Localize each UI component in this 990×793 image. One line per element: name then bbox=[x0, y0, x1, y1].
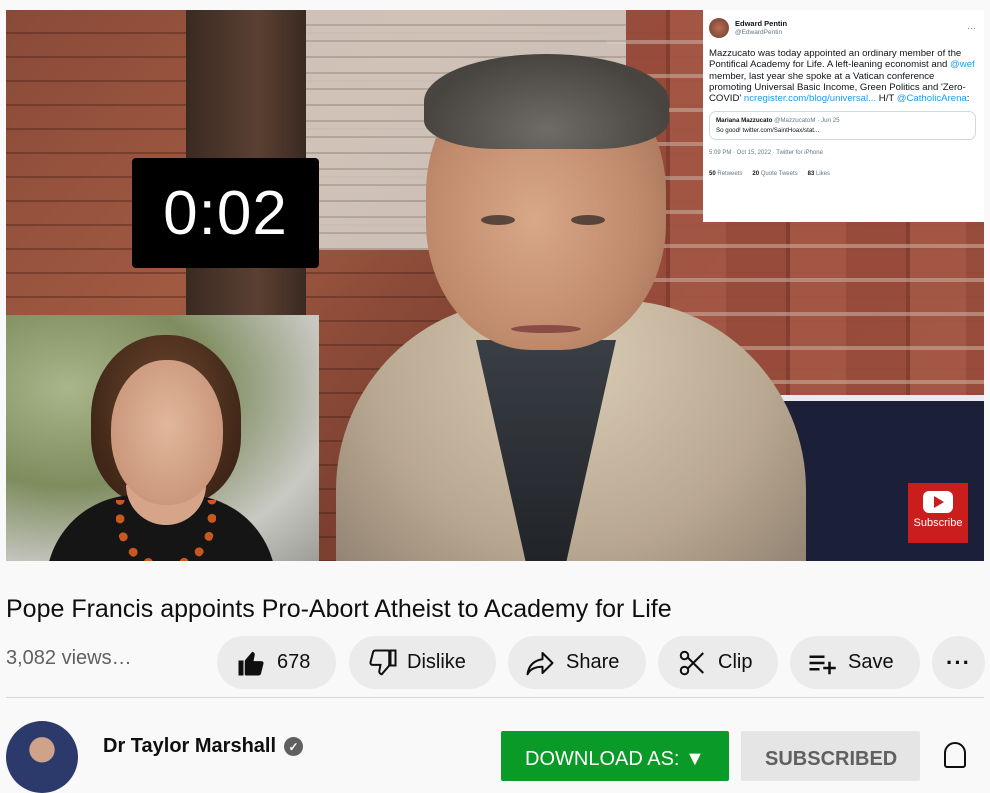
tweet-meta: 5:09 PM · Oct 15, 2022 · Twitter for iPh… bbox=[709, 150, 823, 157]
tweet-avatar bbox=[709, 18, 729, 38]
save-button[interactable]: Save bbox=[790, 636, 920, 689]
avatar[interactable] bbox=[6, 721, 78, 793]
subscribed-button[interactable]: SUBSCRIBED bbox=[741, 731, 920, 781]
channel-name[interactable]: Dr Taylor Marshall ✓ bbox=[103, 735, 304, 758]
tweet-text: Mazzucato was today appointed an ordinar… bbox=[709, 48, 975, 105]
video-timer: 0:02 bbox=[132, 158, 319, 268]
clip-button[interactable]: Clip bbox=[658, 636, 778, 689]
share-button[interactable]: Share bbox=[508, 636, 646, 689]
tweet-stats: 50 Retweets 20 Quote Tweets 83 Likes bbox=[709, 171, 831, 178]
more-actions-button[interactable]: ··· bbox=[932, 636, 985, 689]
divider bbox=[6, 697, 984, 698]
playlist-add-icon bbox=[806, 647, 838, 679]
scissors-icon bbox=[676, 647, 708, 679]
tweet-overlay: Edward Pentin @EdwardPentin ··· Mazzucat… bbox=[703, 10, 984, 222]
tweet-author: Edward Pentin bbox=[735, 18, 788, 28]
view-count[interactable]: 3,082 views… bbox=[6, 647, 132, 670]
share-icon bbox=[524, 647, 556, 679]
thumbs-up-icon bbox=[235, 647, 267, 679]
share-label: Share bbox=[566, 651, 620, 673]
tweet-more-icon: ··· bbox=[967, 22, 976, 33]
presenter-figure bbox=[336, 50, 806, 561]
clip-label: Clip bbox=[718, 651, 753, 673]
like-button[interactable]: 678 bbox=[217, 636, 336, 689]
tweet-handle: @EdwardPentin bbox=[735, 28, 783, 36]
bell-icon[interactable] bbox=[944, 742, 966, 768]
subscribe-watermark[interactable]: Subscribe bbox=[908, 483, 968, 543]
video-player[interactable]: 0:02 Edward Pentin @EdwardPentin ··· Maz… bbox=[6, 10, 984, 561]
dislike-button[interactable]: Dislike bbox=[349, 636, 496, 689]
like-count: 678 bbox=[277, 651, 311, 673]
necklace bbox=[116, 500, 216, 561]
download-as-button[interactable]: DOWNLOAD AS: ▼ bbox=[501, 731, 729, 781]
more-icon: ··· bbox=[946, 649, 971, 675]
thumbs-down-icon bbox=[367, 647, 399, 679]
inset-photo bbox=[6, 315, 319, 561]
dislike-label: Dislike bbox=[407, 651, 466, 673]
verified-icon: ✓ bbox=[284, 737, 304, 756]
youtube-play-icon bbox=[923, 491, 953, 513]
save-label: Save bbox=[848, 651, 894, 673]
video-title: Pope Francis appoints Pro-Abort Atheist … bbox=[6, 595, 672, 623]
quoted-tweet: Mariana Mazzucato @MazzucatoM · Jun 25 S… bbox=[709, 110, 976, 141]
